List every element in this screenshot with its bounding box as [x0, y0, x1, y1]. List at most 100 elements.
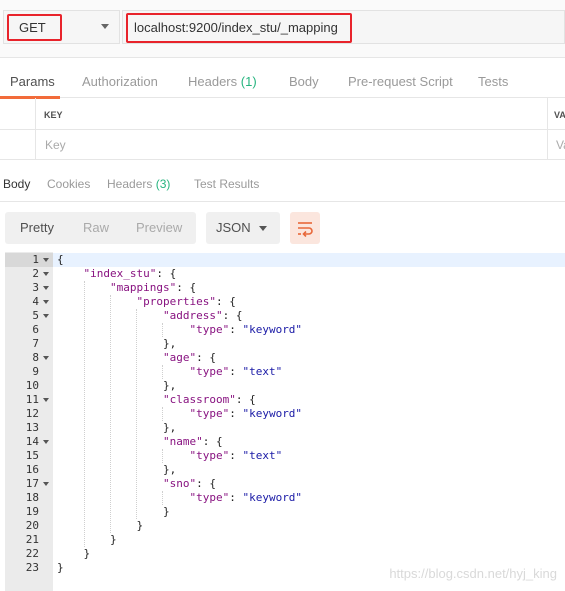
fold-toggle-icon[interactable]	[43, 272, 49, 276]
tab-label: Tests	[478, 74, 509, 89]
code-line: 18 "type": "keyword"	[5, 491, 565, 505]
raw-button[interactable]: Raw	[83, 220, 109, 235]
fold-toggle-icon[interactable]	[43, 482, 49, 486]
indent-guide	[162, 449, 163, 463]
fold-toggle-icon[interactable]	[43, 300, 49, 304]
wrap-lines-button[interactable]	[290, 212, 320, 244]
line-number: 12	[25, 407, 39, 420]
pretty-button[interactable]: Pretty	[20, 220, 54, 235]
fold-toggle-icon[interactable]	[43, 440, 49, 444]
line-number: 16	[25, 463, 39, 476]
code-text: {	[57, 253, 64, 266]
response-body-editor[interactable]: 1{2 "index_stu": {3 "mappings": {4 "prop…	[5, 252, 565, 591]
line-number: 7	[32, 337, 39, 350]
code-line: 10 },	[5, 379, 565, 393]
tab-label: Headers	[188, 74, 238, 89]
code-text: }	[57, 519, 144, 532]
code-line: 2 "index_stu": {	[5, 267, 565, 281]
format-select[interactable]: JSON	[206, 212, 280, 244]
wrap-lines-icon	[298, 222, 313, 237]
indent-guide	[84, 281, 85, 547]
tab-label: Cookies	[47, 177, 91, 191]
tab-test-results[interactable]: Test Results	[194, 177, 259, 191]
code-line: 9 "type": "text"	[5, 365, 565, 379]
params-input-row: Key Va	[0, 130, 565, 160]
code-text: "type": "keyword"	[189, 491, 303, 504]
code-line: 14 "name": {	[5, 435, 565, 449]
headers-count: (3)	[155, 177, 171, 191]
code-text: }	[57, 533, 117, 546]
tab-label: Body	[289, 74, 319, 89]
preview-button[interactable]: Preview	[136, 220, 182, 235]
code-text: },	[57, 379, 177, 392]
tab-label: Body	[3, 177, 31, 191]
url-text: localhost:9200/index_stu/_mapping	[134, 20, 338, 35]
url-input[interactable]: localhost:9200/index_stu/_mapping	[122, 10, 565, 44]
fold-toggle-icon[interactable]	[43, 258, 49, 262]
tab-headers[interactable]: Headers (1)	[188, 74, 257, 89]
code-text: }	[57, 561, 64, 574]
tab-pre-request-script[interactable]: Pre-request Script	[348, 74, 453, 89]
code-line: 22 }	[5, 547, 565, 561]
code-line: 20 }	[5, 519, 565, 533]
tab-tests[interactable]: Tests	[478, 74, 508, 89]
method-select[interactable]: GET	[3, 10, 120, 44]
key-input[interactable]: Key	[45, 138, 66, 152]
tab-response-body[interactable]: Body	[3, 177, 30, 191]
code-line: 4 "properties": {	[5, 295, 565, 309]
code-text: "name": {	[162, 435, 223, 448]
code-text: },	[57, 337, 177, 350]
code-text: "classroom": {	[162, 393, 256, 406]
line-number: 18	[25, 491, 39, 504]
row-handle-cell	[0, 130, 36, 159]
line-number: 13	[25, 421, 39, 434]
indent-guide	[110, 295, 111, 533]
line-number: 20	[25, 519, 39, 532]
params-table: KEY VA Key Va	[0, 98, 565, 160]
code-text: "type": "keyword"	[189, 407, 303, 420]
line-number: 21	[25, 533, 39, 546]
row-handle-cell	[0, 98, 36, 129]
params-header-row: KEY VA	[0, 98, 565, 130]
request-tabs: Params Authorization Headers (1) Body Pr…	[0, 58, 565, 98]
indent-guide	[162, 407, 163, 421]
tab-authorization[interactable]: Authorization	[82, 74, 158, 89]
tab-response-headers[interactable]: Headers (3)	[107, 177, 170, 191]
code-line: 5 "address": {	[5, 309, 565, 323]
headers-count: (1)	[240, 74, 257, 89]
watermark: https://blog.csdn.net/hyj_king	[389, 566, 557, 581]
response-toolbar: Pretty Raw Preview JSON	[0, 202, 565, 252]
code-text: "type": "text"	[189, 449, 283, 462]
tab-params[interactable]: Params	[10, 74, 55, 89]
code-line: 1{	[5, 253, 565, 267]
fold-toggle-icon[interactable]	[43, 314, 49, 318]
fold-toggle-icon[interactable]	[43, 286, 49, 290]
fold-toggle-icon[interactable]	[43, 356, 49, 360]
indent-guide	[136, 309, 137, 519]
indent-guide	[162, 323, 163, 337]
response-tabs: Body Cookies Headers (3) Test Results	[0, 168, 565, 202]
tab-label: Params	[10, 74, 55, 89]
indent-guide	[162, 365, 163, 379]
code-text: "mappings": {	[109, 281, 197, 294]
code-text: }	[57, 547, 91, 560]
fold-toggle-icon[interactable]	[43, 398, 49, 402]
tab-label: Test Results	[194, 177, 260, 191]
code-line: 11 "classroom": {	[5, 393, 565, 407]
code-line: 19 }	[5, 505, 565, 519]
format-label: JSON	[216, 220, 251, 235]
line-number: 10	[25, 379, 39, 392]
line-number: 9	[32, 365, 39, 378]
code-line: 3 "mappings": {	[5, 281, 565, 295]
code-text: "type": "keyword"	[189, 323, 303, 336]
code-text: "type": "text"	[189, 365, 283, 378]
line-number: 19	[25, 505, 39, 518]
code-text: },	[57, 463, 177, 476]
tab-cookies[interactable]: Cookies	[47, 177, 90, 191]
key-header: KEY	[44, 110, 63, 120]
chevron-down-icon	[259, 226, 267, 231]
tab-body[interactable]: Body	[289, 74, 319, 89]
value-input[interactable]: Va	[556, 138, 565, 152]
view-mode-toggle: Pretty Raw Preview	[5, 212, 196, 244]
tab-label: Authorization	[82, 74, 158, 89]
